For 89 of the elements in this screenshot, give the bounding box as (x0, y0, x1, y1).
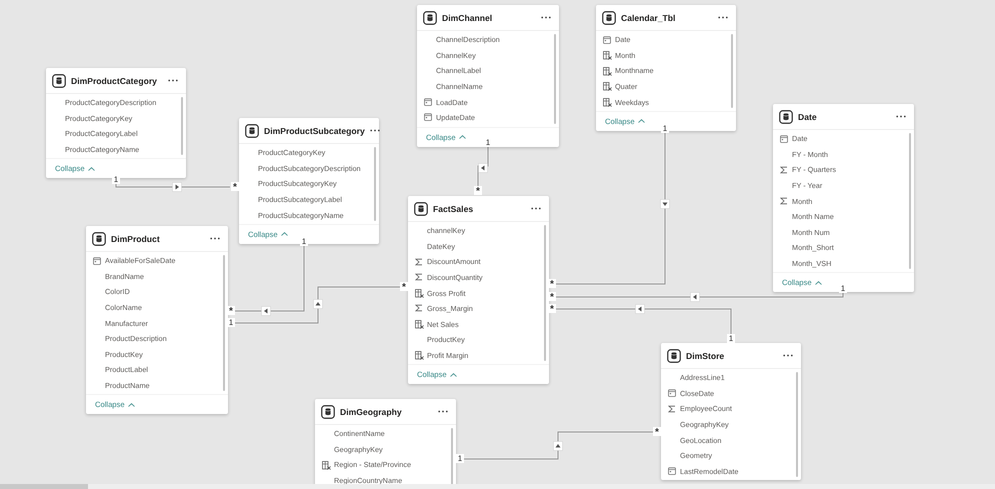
filter-direction-icon (660, 199, 670, 209)
table-icon (245, 124, 259, 138)
table-icon (321, 404, 335, 418)
table-title: DimProductCategory (71, 76, 158, 86)
scrollbar-thumb[interactable] (181, 97, 183, 156)
scrollbar-thumb[interactable] (554, 34, 556, 124)
horizontal-scrollbar[interactable] (0, 484, 995, 489)
more-options-icon[interactable] (896, 115, 906, 118)
cardinality-label: * (474, 186, 482, 195)
chevron-up-icon (280, 232, 288, 236)
filter-direction-icon (553, 441, 563, 451)
more-options-icon[interactable] (210, 237, 220, 240)
scrollbar-thumb[interactable] (544, 225, 546, 362)
table-icon (779, 110, 793, 124)
calendar-icon (603, 36, 611, 44)
table-title: DimGeography (340, 406, 403, 416)
scrollbar-thumb[interactable] (374, 147, 376, 221)
more-options-icon[interactable] (718, 16, 728, 19)
filter-direction-icon (172, 182, 182, 192)
more-options-icon[interactable] (541, 16, 551, 19)
cardinality-label: * (227, 306, 235, 315)
chevron-up-icon (814, 280, 822, 285)
cardinality-label: * (548, 292, 556, 301)
calculated-column-icon (603, 82, 612, 92)
cardinality-label: * (653, 427, 661, 436)
cardinality-label: 1 (456, 454, 464, 463)
relationship-line (478, 146, 488, 188)
scrollbar-thumb[interactable] (223, 255, 225, 392)
scrollbar-thumb[interactable] (796, 372, 798, 478)
more-options-icon[interactable] (531, 207, 541, 210)
calendar-icon (780, 134, 788, 142)
table-icon (414, 202, 428, 216)
more-options-icon[interactable] (783, 354, 793, 357)
calculated-column-icon (603, 98, 612, 107)
table-title: FactSales (433, 204, 474, 214)
more-options-icon[interactable] (168, 79, 178, 82)
cardinality-label: 1 (227, 318, 235, 327)
scrollbar-thumb[interactable] (451, 428, 453, 484)
calculated-column-icon (415, 320, 424, 330)
cardinality-label: 1 (484, 138, 492, 147)
cardinality-label: * (548, 279, 556, 288)
calculated-column-icon (603, 66, 612, 76)
chevron-up-icon (450, 372, 457, 377)
cardinality-label: 1 (300, 237, 308, 246)
calendar-icon (668, 467, 676, 476)
calculated-column-icon (415, 288, 424, 298)
scrollbar-thumb[interactable] (0, 484, 88, 489)
filter-direction-icon (478, 163, 488, 173)
calendar-icon (424, 98, 432, 106)
table-title: DimProduct (111, 234, 161, 244)
cardinality-label: * (548, 304, 556, 313)
sigma-icon (668, 404, 676, 413)
filter-direction-icon (635, 304, 645, 314)
sigma-icon (780, 196, 788, 205)
filter-direction-icon (261, 306, 271, 316)
cardinality-label: 1 (661, 124, 669, 133)
cardinality-label: 1 (112, 175, 120, 184)
more-options-icon[interactable] (438, 410, 448, 413)
sigma-icon (415, 304, 423, 312)
table-icon (423, 10, 437, 24)
table-title: Date (798, 112, 818, 122)
calculated-column-icon (322, 460, 331, 470)
more-options-icon[interactable] (370, 129, 380, 132)
calculated-column-icon (603, 51, 612, 60)
table-icon (667, 348, 681, 362)
scrollbar-thumb[interactable] (909, 133, 911, 270)
table-icon (602, 10, 616, 24)
cardinality-label: * (231, 182, 239, 191)
chevron-up-icon (128, 402, 135, 407)
calendar-icon (93, 256, 101, 264)
cardinality-label: 1 (839, 284, 847, 293)
chevron-up-icon (88, 166, 95, 171)
table-icon (92, 232, 106, 246)
chevron-up-icon (458, 135, 466, 140)
table-title: Calendar_Tbl (621, 12, 676, 22)
cardinality-label: * (400, 282, 408, 291)
sigma-icon (780, 166, 788, 174)
filter-direction-icon (313, 299, 323, 309)
table-title: DimProductSubcategory (264, 126, 365, 136)
filter-direction-icon (690, 292, 700, 302)
table-title: DimStore (686, 350, 726, 360)
calculated-column-icon (415, 351, 424, 360)
calendar-icon (668, 389, 676, 398)
table-icon (52, 74, 66, 88)
chevron-up-icon (638, 119, 645, 124)
cardinality-label: 1 (727, 334, 735, 343)
calendar-icon (424, 113, 432, 122)
table-title: DimChannel (442, 12, 494, 22)
scrollbar-thumb[interactable] (731, 34, 733, 108)
